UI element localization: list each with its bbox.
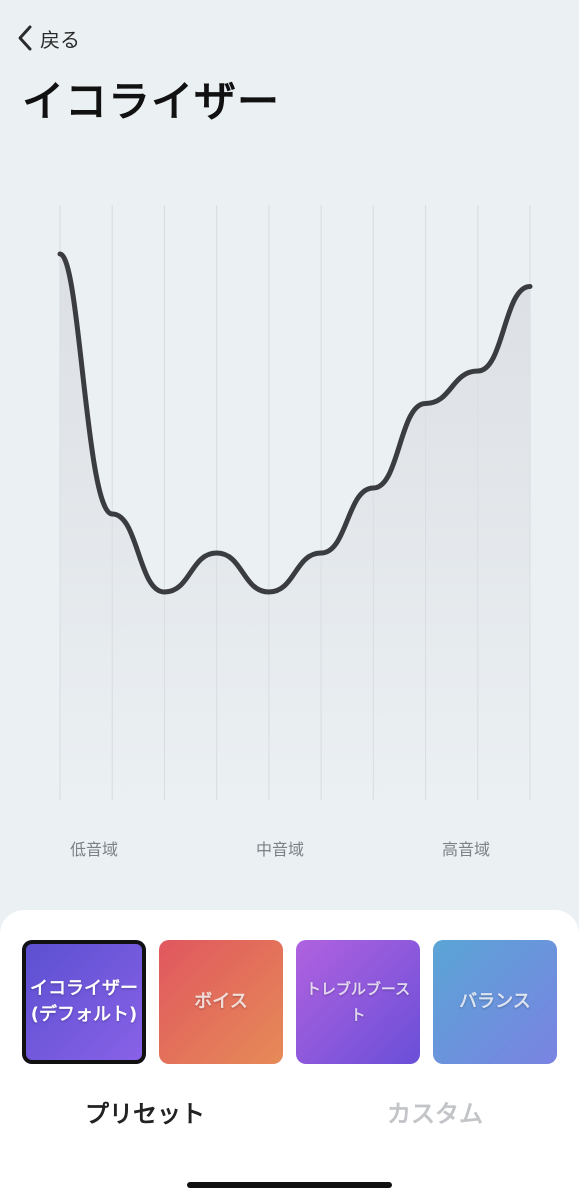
selected-frame	[22, 940, 146, 1064]
band-label-high: 高音域	[441, 840, 491, 859]
band-label-low: 低音域	[69, 840, 119, 859]
preset-treble-boost-label: トレブルブースト	[305, 980, 411, 1024]
tab-custom[interactable]: カスタム	[387, 1094, 483, 1129]
preset-voice[interactable]: ボイス	[159, 940, 283, 1064]
band-label-mid: 中音域	[255, 840, 305, 859]
preset-sheet: イコライザー (デフォルト) ボイス トレブルブースト バランス	[0, 910, 579, 1200]
preset-balance-label: バランス	[459, 991, 531, 1012]
home-indicator	[187, 1182, 392, 1188]
preset-list: イコライザー (デフォルト) ボイス トレブルブースト バランス	[0, 940, 579, 1064]
preset-default[interactable]: イコライザー (デフォルト)	[22, 940, 146, 1064]
equalizer-chart	[57, 205, 533, 800]
preset-treble-boost[interactable]: トレブルブースト	[296, 940, 420, 1064]
preset-balance[interactable]: バランス	[433, 940, 557, 1064]
preset-voice-label: ボイス	[194, 991, 248, 1012]
tab-preset[interactable]: プリセット	[85, 1094, 205, 1129]
